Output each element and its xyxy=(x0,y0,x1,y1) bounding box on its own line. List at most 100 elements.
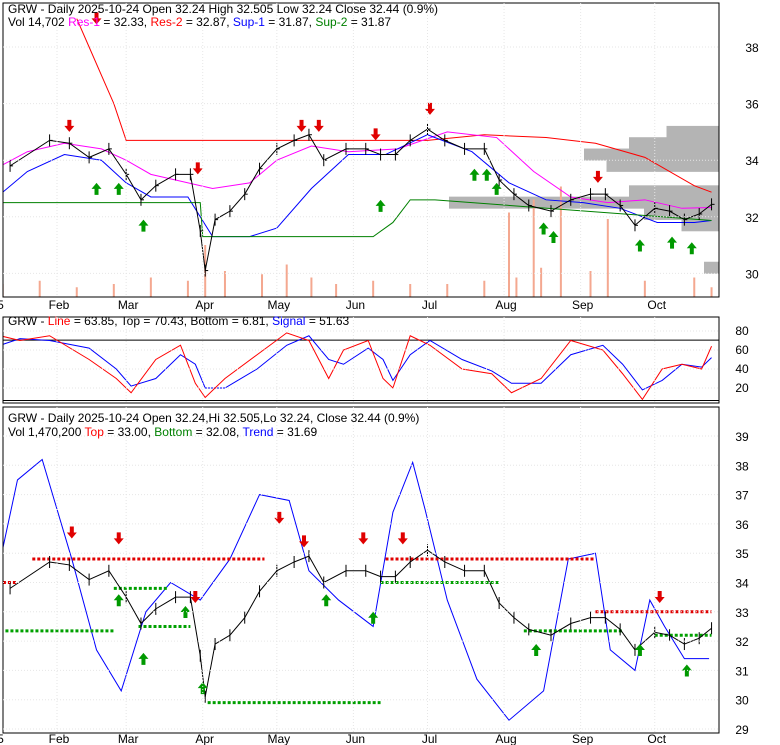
buy-arrow-icon xyxy=(531,644,542,657)
volume-profile-bar xyxy=(704,261,719,274)
trend-label: Trend xyxy=(242,425,274,439)
top-label: Top xyxy=(84,425,104,439)
x-tick-label: Oct xyxy=(647,298,666,312)
buy-arrow-icon xyxy=(138,652,149,665)
x-tick-label: Aug xyxy=(495,298,516,312)
x-tick-label: Apr xyxy=(195,298,214,312)
sell-arrow-icon xyxy=(192,162,203,175)
x-tick-label: Mar xyxy=(118,298,139,312)
oscillator-line xyxy=(3,332,713,401)
stock-chart: 2025 2025 Feb Feb Mar Mar Apr Apr May May Jun Jun Ju… xyxy=(0,0,780,745)
volume-bar xyxy=(559,186,562,297)
sell-arrow-icon xyxy=(296,119,307,132)
x-tick-label: 2025 xyxy=(0,298,4,312)
buy-arrow-icon xyxy=(548,230,559,243)
sup1-label: Sup-1 xyxy=(232,15,265,29)
volume-bar xyxy=(606,219,609,297)
sell-arrow-icon xyxy=(313,119,324,132)
panel3-frame xyxy=(2,406,720,734)
y-tick-label: 34 xyxy=(745,154,759,168)
panel1-plot xyxy=(3,12,719,297)
volume-label: Vol 14,702 xyxy=(8,15,65,29)
volume-bar xyxy=(643,280,646,297)
trend-cycle-line xyxy=(3,458,710,721)
sell-arrow-icon xyxy=(654,591,665,604)
panel2-legend: GRW - Line = 63.85, Top = 70.43, Bottom … xyxy=(8,314,349,328)
volume-bar xyxy=(372,280,375,297)
ticker-label: GRW - xyxy=(8,314,45,328)
y-tick-label: 60 xyxy=(735,343,749,357)
volume-bar xyxy=(540,267,543,297)
buy-arrow-icon xyxy=(138,219,149,232)
bottom-label: Bottom xyxy=(154,425,193,439)
x-tick-label: Sep xyxy=(572,298,594,312)
volume-bar xyxy=(710,287,713,297)
y-tick-label: 40 xyxy=(735,362,749,376)
volume-profile-bar xyxy=(629,137,719,150)
sell-arrow-icon xyxy=(274,511,285,524)
volume-bar xyxy=(149,277,152,297)
y-tick-label: 31 xyxy=(735,664,749,678)
bottom-value: = 32.08, xyxy=(195,425,240,439)
volume-bar xyxy=(223,271,226,297)
volume-bar xyxy=(409,284,412,297)
sell-arrow-icon xyxy=(299,535,309,548)
x-tick-label: 2025 xyxy=(0,732,4,745)
volume-label: Vol 1,470,200 xyxy=(8,425,82,439)
x-tick-label: Oct xyxy=(647,732,666,745)
x-tick-label: Jun xyxy=(346,732,365,745)
volume-bar xyxy=(186,280,189,297)
buy-arrow-icon xyxy=(91,182,102,195)
y-tick-label: 34 xyxy=(735,577,749,591)
res1-label: Res-1 xyxy=(68,15,101,29)
y-tick-label: 33 xyxy=(735,606,749,620)
chart-canvas: 2025 2025 Feb Feb Mar Mar Apr Apr May May Jun Jun Ju… xyxy=(0,2,759,745)
buy-arrow-icon xyxy=(481,168,492,181)
volume-profile-bar xyxy=(584,148,719,161)
y-tick-label: 38 xyxy=(745,41,759,55)
y-tick-label: 80 xyxy=(735,324,749,338)
volume-bar xyxy=(589,271,592,297)
volume-bar xyxy=(285,264,288,297)
signal-label: Signal xyxy=(272,314,306,328)
sup2-label: Sup-2 xyxy=(315,15,348,29)
sell-arrow-icon xyxy=(358,532,369,545)
y-tick-label: 30 xyxy=(735,694,749,708)
y-tick-label: 36 xyxy=(735,518,749,532)
line-value: = 63.85, Top = 70.43, Bottom = 6.81, xyxy=(73,314,269,328)
buy-arrow-icon xyxy=(634,239,645,252)
buy-arrow-icon xyxy=(686,242,697,255)
buy-arrow-icon xyxy=(113,594,124,607)
trend-value: = 31.69 xyxy=(276,425,318,439)
y-tick-label: 37 xyxy=(735,489,749,503)
x-tick-label: Sep xyxy=(572,732,594,745)
sell-arrow-icon xyxy=(397,532,408,545)
panel3-title: GRW - Daily 2025-10-24 Open 32.24,Hi 32.… xyxy=(8,411,420,425)
x-tick-label: Feb xyxy=(49,298,70,312)
x-tick-label: May xyxy=(267,732,290,745)
y-tick-label: 29 xyxy=(735,723,749,737)
x-tick-label: Jul xyxy=(422,298,437,312)
buy-arrow-icon xyxy=(368,611,379,624)
buy-arrow-icon xyxy=(375,199,386,212)
x-tick-label: Jun xyxy=(346,298,365,312)
y-tick-label: 30 xyxy=(745,267,759,281)
sell-arrow-icon xyxy=(64,119,75,132)
volume-bar xyxy=(261,274,264,297)
buy-arrow-icon xyxy=(538,222,549,235)
line-label: Line xyxy=(47,314,71,328)
panel1-title: GRW - Daily 2025-10-24 Open 32.24 High 3… xyxy=(8,2,439,16)
panel3-legend: Vol 1,470,200 Top = 33.00, Bottom = 32.0… xyxy=(8,425,317,439)
volume-bar xyxy=(483,280,486,297)
volume-bar xyxy=(446,284,449,297)
volume-profile-bar xyxy=(666,125,719,138)
buy-arrow-icon xyxy=(321,594,332,607)
sell-arrow-icon xyxy=(113,532,124,545)
volume-bar xyxy=(75,287,78,297)
sell-arrow-icon xyxy=(592,170,603,183)
volume-profile-bar xyxy=(681,219,719,232)
sell-arrow-icon xyxy=(370,128,381,141)
x-tick-label: Feb xyxy=(49,732,70,745)
y-tick-label: 32 xyxy=(735,635,749,649)
x-tick-label: Mar xyxy=(118,732,139,745)
